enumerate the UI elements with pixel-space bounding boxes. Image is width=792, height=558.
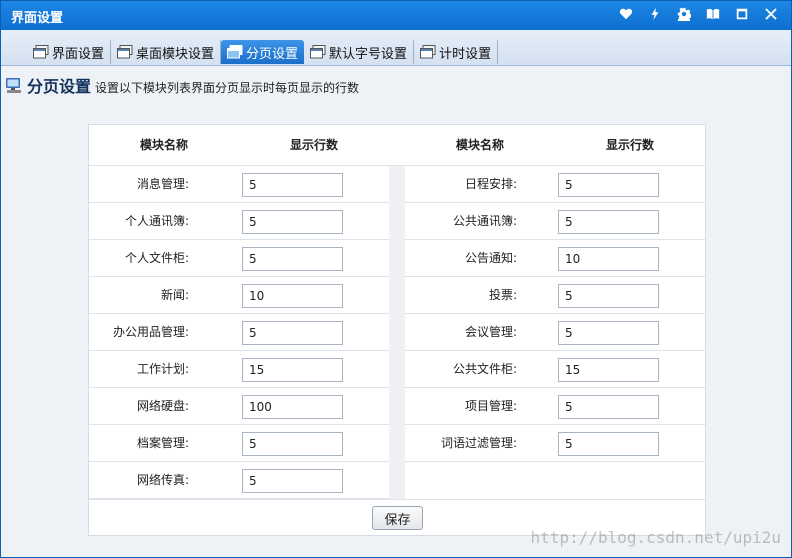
rows-per-page-input[interactable] (242, 321, 343, 345)
tab-bar: 界面设置 桌面模块设置 分页设置 默认字号设置 计时设置 (1, 30, 791, 66)
rows-per-page-input[interactable] (558, 358, 659, 382)
tab-1[interactable]: 界面设置 (27, 40, 112, 64)
rows-per-page-input[interactable] (558, 321, 659, 345)
content-area: 分页设置 设置以下模块列表界面分页显示时每页显示的行数 模块名称 显示行数 模块… (1, 67, 791, 557)
table-row: 公共文件柜: (405, 351, 705, 388)
window-icon (117, 45, 133, 59)
column-divider (389, 166, 405, 499)
watermark: http://blog.csdn.net/upi2u (530, 528, 781, 547)
module-label: 网络传真: (136, 473, 189, 487)
rows-per-page-input[interactable] (242, 432, 343, 456)
window-icon (33, 45, 49, 59)
window-title: 界面设置 (11, 11, 64, 26)
section-heading: 分页设置 设置以下模块列表界面分页显示时每页显示的行数 (5, 73, 359, 97)
monitor-icon (6, 78, 21, 93)
rows-per-page-input[interactable] (558, 210, 659, 234)
module-label: 投票: (488, 288, 517, 302)
table-row: 个人通讯簿: (89, 203, 389, 240)
title-bar: 界面设置 (1, 1, 791, 30)
tab-label: 界面设置 (52, 46, 105, 62)
window: 界面设置 界面设置 桌面模块设置 分页设置 默认字号设置 计时设置 分页设置 设… (0, 0, 792, 558)
table-row: 工作计划: (89, 351, 389, 388)
rows-per-page-input[interactable] (242, 358, 343, 382)
rows-per-page-input[interactable] (558, 284, 659, 308)
rows-per-page-input[interactable] (242, 173, 343, 197)
save-button[interactable]: 保存 (372, 506, 423, 530)
module-label: 项目管理: (464, 399, 517, 413)
header-module-name-left: 模块名称 (139, 138, 188, 152)
module-label: 办公用品管理: (112, 325, 189, 339)
table-row: 公共通讯簿: (405, 203, 705, 240)
table-row: 公告通知: (405, 240, 705, 277)
tabs: 界面设置 桌面模块设置 分页设置 默认字号设置 计时设置 (27, 40, 499, 64)
rows-per-page-input[interactable] (558, 432, 659, 456)
module-label: 词语过滤管理: (440, 436, 517, 450)
rows-per-page-input[interactable] (242, 284, 343, 308)
module-label: 会议管理: (464, 325, 517, 339)
module-label: 工作计划: (136, 362, 189, 376)
table-row: 网络传真: (89, 462, 389, 499)
module-label: 日程安排: (464, 177, 517, 191)
heart-icon[interactable] (611, 3, 640, 25)
tab-label: 桌面模块设置 (136, 46, 215, 62)
book-icon[interactable] (698, 3, 727, 25)
rows-per-page-input[interactable] (242, 210, 343, 234)
tab-label: 默认字号设置 (329, 46, 408, 62)
pagination-settings-table: 模块名称 显示行数 模块名称 显示行数 消息管理: 个人通讯簿: 个人文件柜: 新闻:… (88, 124, 706, 536)
module-label: 消息管理: (136, 177, 189, 191)
window-controls (611, 3, 785, 25)
tab-label: 分页设置 (246, 46, 299, 62)
tab-2[interactable]: 桌面模块设置 (111, 40, 222, 64)
tab-label: 计时设置 (439, 46, 492, 62)
window-icon (420, 45, 436, 59)
module-label: 网络硬盘: (136, 399, 189, 413)
module-label: 公共文件柜: (452, 362, 517, 376)
table-row: 词语过滤管理: (405, 425, 705, 462)
table-row: 消息管理: (89, 166, 389, 203)
page-title: 分页设置 (27, 77, 92, 96)
module-label: 公共通讯簿: (452, 214, 517, 228)
table-row: 档案管理: (89, 425, 389, 462)
table-row: 新闻: (89, 277, 389, 314)
table-row: 日程安排: (405, 166, 705, 203)
maximize-icon[interactable] (727, 3, 756, 25)
rows-per-page-input[interactable] (242, 469, 343, 493)
module-label: 新闻: (160, 288, 189, 302)
module-label: 个人通讯簿: (124, 214, 189, 228)
module-label: 档案管理: (136, 436, 189, 450)
table-row: 网络硬盘: (89, 388, 389, 425)
header-rows-right: 显示行数 (605, 138, 654, 152)
table-row: 项目管理: (405, 388, 705, 425)
tab-4[interactable]: 默认字号设置 (304, 40, 415, 64)
table-row: 个人文件柜: (89, 240, 389, 277)
close-icon[interactable] (756, 3, 785, 25)
table-row: 会议管理: (405, 314, 705, 351)
window-icon (227, 45, 243, 59)
tab-3[interactable]: 分页设置 (221, 40, 305, 64)
table-row: 投票: (405, 277, 705, 314)
rows-per-page-input[interactable] (242, 247, 343, 271)
rows-per-page-input[interactable] (558, 395, 659, 419)
tab-5[interactable]: 计时设置 (414, 40, 499, 64)
window-icon (310, 45, 326, 59)
rows-per-page-input[interactable] (242, 395, 343, 419)
lightning-icon[interactable] (640, 3, 669, 25)
module-label: 公告通知: (464, 251, 517, 265)
header-module-name-right: 模块名称 (455, 138, 504, 152)
header-rows-left: 显示行数 (289, 138, 338, 152)
rows-per-page-input[interactable] (558, 247, 659, 271)
page-description: 设置以下模块列表界面分页显示时每页显示的行数 (95, 81, 360, 95)
table-row: 办公用品管理: (89, 314, 389, 351)
rows-per-page-input[interactable] (558, 173, 659, 197)
gear-icon[interactable] (669, 3, 698, 25)
module-label: 个人文件柜: (124, 251, 189, 265)
